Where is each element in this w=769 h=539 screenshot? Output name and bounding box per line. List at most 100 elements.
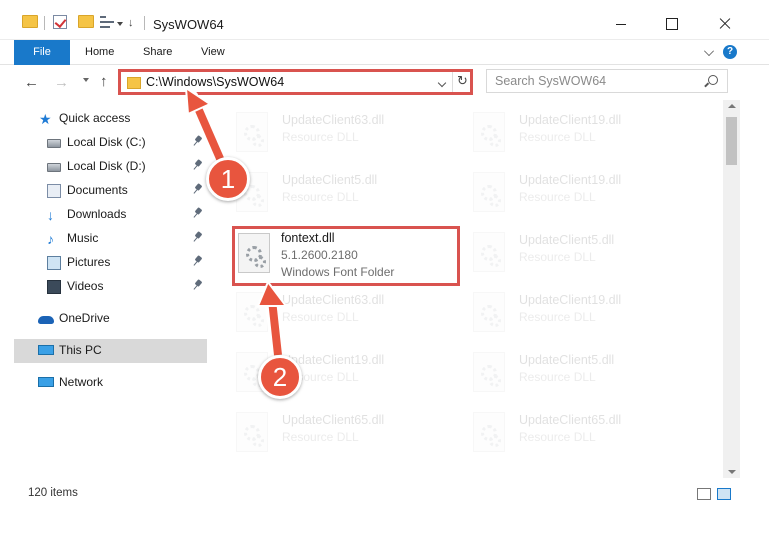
sidebar-item-label: Music [67,231,99,245]
file-name: UpdateClient5.dll [282,173,378,187]
address-path[interactable]: C:\Windows\SysWOW64 [146,75,284,89]
drive-icon [47,163,61,172]
sidebar-item-label: Downloads [67,207,127,221]
file-name: UpdateClient19.dll [519,113,622,127]
refresh-icon[interactable]: ↻ [457,73,468,89]
dll-file-icon [473,232,505,272]
file-item[interactable]: UpdateClient5.dll Resource DLL [447,224,677,282]
dll-file-icon [236,412,268,452]
sidebar-item-label: Videos [67,279,104,293]
file-description: Resource DLL [282,190,359,204]
title-bar: ↓ SysWOW64 [0,0,769,40]
details-view-icon[interactable] [697,488,711,500]
dll-file-icon [473,352,505,392]
search-input[interactable] [495,74,695,88]
file-description: Resource DLL [282,310,359,324]
quick-access-down-icon[interactable]: ↓ [128,17,138,29]
pin-icon[interactable] [193,136,203,148]
file-item[interactable]: UpdateClient19.dll Resource DLL [447,104,677,162]
file-item[interactable]: UpdateClient5.dll Resource DLL [447,344,677,402]
file-name: UpdateClient5.dll [519,233,615,247]
file-list: UpdateClient63.dll Resource DLL UpdateCl… [210,100,723,478]
address-bar[interactable]: C:\Windows\SysWOW64 ↻ [118,69,473,95]
file-name: UpdateClient5.dll [519,353,615,367]
step-badge-1: 1 [206,157,250,201]
pin-icon[interactable] [193,280,203,292]
new-folder-icon[interactable] [78,15,94,28]
folder-icon[interactable] [22,15,38,28]
status-bar: 120 items [0,482,769,506]
tab-file[interactable]: File [14,40,70,65]
address-divider [452,72,453,92]
dll-file-icon [236,112,268,152]
sidebar-item-label: Network [59,375,104,389]
scroll-up-arrow-icon[interactable] [728,104,736,108]
tab-view[interactable]: View [201,40,225,65]
sidebar-item-local-disk-c[interactable]: Local Disk (C:) [14,131,207,155]
address-history-chevron-icon[interactable] [437,78,447,88]
pin-icon[interactable] [193,160,203,172]
sidebar-item-label: OneDrive [59,311,110,325]
quick-access-dropdown-icon[interactable] [117,22,123,26]
sidebar-item-videos[interactable]: Videos [14,275,207,299]
sidebar-item-label: Pictures [67,255,111,269]
file-name: UpdateClient65.dll [282,413,385,427]
file-name: UpdateClient19.dll [519,173,622,187]
file-item[interactable]: UpdateClient63.dll Resource DLL [210,104,440,162]
dll-file-icon [473,112,505,152]
window-bottom [0,506,769,539]
sidebar-item-onedrive[interactable]: OneDrive [14,307,207,331]
file-item-fontext[interactable]: fontext.dll 5.1.2600.2180 Windows Font F… [232,226,460,286]
back-arrow-icon[interactable]: ← [24,75,39,90]
sidebar-item-music[interactable]: ♪ Music [14,227,207,251]
file-name: UpdateClient65.dll [519,413,622,427]
file-item[interactable]: UpdateClient65.dll Resource DLL [210,404,440,462]
properties-check-icon[interactable] [53,15,67,29]
tab-home[interactable]: Home [85,40,114,65]
file-item[interactable]: UpdateClient19.dll Resource DLL [210,344,440,402]
sidebar-item-label: Local Disk (D:) [67,159,146,173]
up-arrow-icon[interactable]: ↑ [100,74,108,90]
tab-share[interactable]: Share [143,40,172,65]
step-badge-2: 2 [258,355,302,399]
customize-toolbar-icon[interactable] [100,15,116,29]
toolbar-separator [44,16,45,30]
pin-icon[interactable] [193,208,203,220]
help-icon[interactable]: ? [723,45,737,59]
music-icon: ♪ [47,231,54,247]
dll-file-icon [473,172,505,212]
sidebar-item-quick-access[interactable]: ★ Quick access [14,107,207,131]
file-item[interactable]: UpdateClient19.dll Resource DLL [447,164,677,222]
file-item[interactable]: UpdateClient19.dll Resource DLL [447,284,677,342]
sidebar-item-label: Local Disk (C:) [67,135,146,149]
scroll-down-arrow-icon[interactable] [728,470,736,474]
dll-file-icon [473,412,505,452]
search-icon[interactable] [708,75,718,85]
search-box[interactable] [486,69,728,93]
pin-icon[interactable] [193,232,203,244]
forward-arrow-icon[interactable]: → [54,75,69,90]
sidebar-item-local-disk-d[interactable]: Local Disk (D:) [14,155,207,179]
sidebar-item-this-pc[interactable]: This PC [14,339,207,363]
file-name: UpdateClient63.dll [282,113,385,127]
pin-icon[interactable] [193,184,203,196]
recent-locations-dropdown-icon[interactable] [83,78,89,82]
sidebar-item-label: This PC [59,343,102,357]
large-icons-view-icon[interactable] [717,488,731,500]
dll-file-icon [238,233,270,273]
file-item[interactable]: UpdateClient65.dll Resource DLL [447,404,677,462]
file-description: Resource DLL [519,130,596,144]
sidebar-item-pictures[interactable]: Pictures [14,251,207,275]
sidebar-item-documents[interactable]: Documents [14,179,207,203]
scrollbar-thumb[interactable] [726,117,737,165]
sidebar-item-network[interactable]: Network [14,371,207,395]
close-button[interactable] [696,0,746,32]
sidebar-item-downloads[interactable]: ↓ Downloads [14,203,207,227]
file-item[interactable]: UpdateClient63.dll Resource DLL [210,284,440,342]
vertical-scrollbar[interactable] [723,100,740,478]
pin-icon[interactable] [193,256,203,268]
maximize-button[interactable] [646,0,696,32]
file-description: Resource DLL [519,250,596,264]
expand-ribbon-chevron-icon[interactable] [704,46,714,56]
minimize-button[interactable] [596,0,646,32]
